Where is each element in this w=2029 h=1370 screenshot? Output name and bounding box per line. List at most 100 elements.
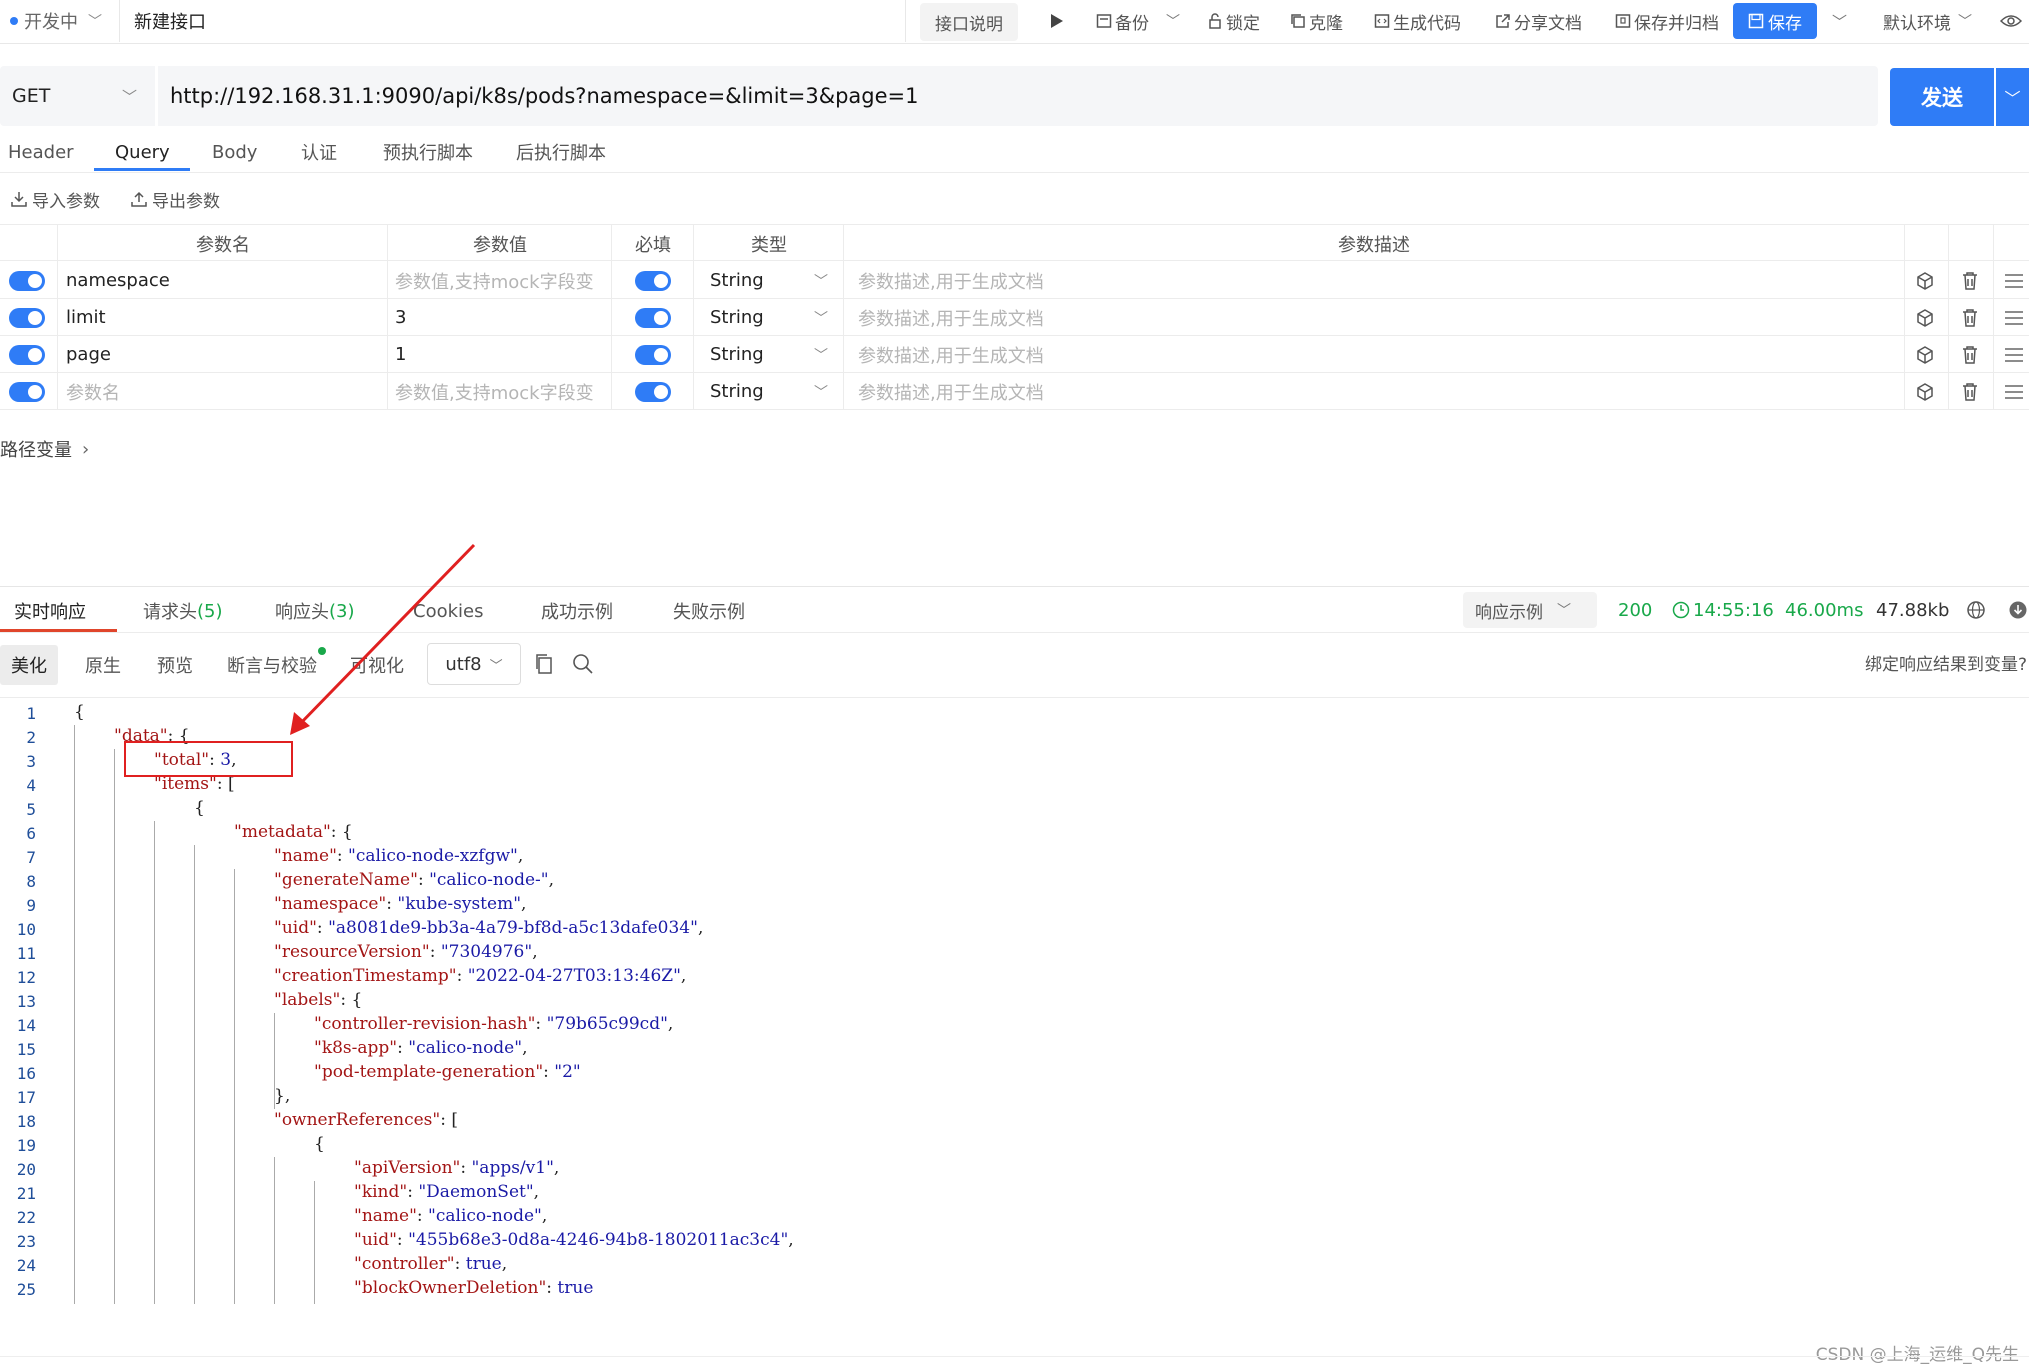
type-select[interactable]: String ﹀ <box>710 373 844 410</box>
enable-toggle[interactable] <box>9 299 45 336</box>
table-row: 参数名 参数值,支持mock字段变 String ﹀ 参数描述,用于生成文档 <box>0 373 2029 410</box>
preview-button[interactable] <box>2000 0 2022 42</box>
line-number: 3 <box>26 752 36 771</box>
drag-handle-icon[interactable] <box>2004 373 2024 410</box>
type-select[interactable]: String ﹀ <box>710 262 844 299</box>
tab-live-response[interactable]: 实时响应 <box>14 592 86 630</box>
clone-button[interactable]: 克隆 <box>1290 0 1343 42</box>
param-name-cell[interactable]: namespace <box>66 262 170 299</box>
param-name-cell[interactable]: limit <box>66 299 106 336</box>
code-line: "resourceVersion": "7304976", <box>274 942 538 962</box>
divider <box>0 172 2029 173</box>
generate-code-button[interactable]: 生成代码 <box>1374 0 1461 42</box>
api-doc-button[interactable]: 接口说明 <box>920 3 1018 41</box>
param-value-cell[interactable]: 1 <box>395 336 406 373</box>
param-desc-cell[interactable]: 参数描述,用于生成文档 <box>858 299 1044 336</box>
param-name-cell[interactable]: 参数名 <box>66 373 120 410</box>
send-options-chevron-icon[interactable]: ﹀ <box>1996 68 2029 126</box>
delete-trash-icon[interactable] <box>1961 336 1979 373</box>
param-desc-cell[interactable]: 参数描述,用于生成文档 <box>858 262 1044 299</box>
backup-dropdown-chevron-icon[interactable]: ﹀ <box>1166 0 1180 42</box>
format-beautify[interactable]: 美化 <box>0 645 58 685</box>
archive-icon <box>1615 14 1631 28</box>
required-toggle[interactable] <box>635 336 671 373</box>
delete-trash-icon[interactable] <box>1961 299 1979 336</box>
format-raw[interactable]: 原生 <box>74 645 132 685</box>
required-toggle[interactable] <box>635 373 671 410</box>
param-value-cell[interactable]: 3 <box>395 299 406 336</box>
table-row: namespace 参数值,支持mock字段变 String ﹀ 参数描述,用于生… <box>0 262 2029 299</box>
response-example-select[interactable]: 响应示例 ﹀ <box>1463 592 1597 628</box>
param-value-cell[interactable]: 参数值,支持mock字段变 <box>395 373 594 410</box>
param-desc-cell[interactable]: 参数描述,用于生成文档 <box>858 336 1044 373</box>
type-select[interactable]: String ﹀ <box>710 336 844 373</box>
backup-icon <box>1096 14 1112 28</box>
tab-success-example[interactable]: 成功示例 <box>541 592 613 630</box>
status-select[interactable]: 开发中 ﹀ <box>0 0 120 42</box>
param-name-cell[interactable]: page <box>66 336 111 373</box>
tab-pre-script[interactable]: 预执行脚本 <box>383 132 473 172</box>
import-params-button[interactable]: 导入参数 <box>10 185 100 213</box>
url-input[interactable] <box>158 66 1878 126</box>
drag-handle-icon[interactable] <box>2004 336 2024 373</box>
tab-body[interactable]: Body <box>212 132 257 172</box>
method-select[interactable]: GET ﹀ <box>0 66 155 126</box>
tab-failure-example[interactable]: 失败示例 <box>673 592 745 630</box>
lock-button[interactable]: 锁定 <box>1207 0 1260 42</box>
code-line: { <box>74 702 85 722</box>
send-button[interactable]: 发送 <box>1890 68 1994 126</box>
import-icon <box>11 192 27 207</box>
required-toggle[interactable] <box>635 299 671 336</box>
tab-query[interactable]: Query <box>115 132 170 172</box>
globe-icon[interactable] <box>1966 592 1986 628</box>
line-number: 4 <box>26 776 36 795</box>
chevron-down-icon: ﹀ <box>489 658 503 674</box>
code-line: "labels": { <box>274 990 363 1010</box>
delete-trash-icon[interactable] <box>1961 262 1979 299</box>
api-name-input[interactable] <box>122 0 906 42</box>
run-button[interactable] <box>1050 0 1064 42</box>
copy-icon[interactable] <box>534 653 554 680</box>
tab-request-headers[interactable]: 请求头 (5) <box>143 592 223 630</box>
export-params-button[interactable]: 导出参数 <box>130 185 220 213</box>
share-doc-button[interactable]: 分享文档 <box>1495 0 1582 42</box>
type-select[interactable]: String ﹀ <box>710 299 844 336</box>
search-icon[interactable] <box>572 653 594 680</box>
code-line: "uid": "455b68e3-0d8a-4246-94b8-1802011a… <box>354 1230 794 1250</box>
enable-toggle[interactable] <box>9 262 45 299</box>
line-number: 8 <box>26 872 36 891</box>
param-value-cell[interactable]: 参数值,支持mock字段变 <box>395 262 594 299</box>
drag-handle-icon[interactable] <box>2004 299 2024 336</box>
tab-auth[interactable]: 认证 <box>301 132 337 172</box>
save-archive-button[interactable]: 保存并归档 <box>1615 0 1719 42</box>
format-preview[interactable]: 预览 <box>146 645 204 685</box>
bind-response-link[interactable]: 绑定响应结果到变量? <box>1865 650 2027 675</box>
drag-handle-icon[interactable] <box>2004 262 2024 299</box>
save-dropdown-chevron-icon[interactable]: ﹀ <box>1832 0 1847 42</box>
table-row: page 1 String ﹀ 参数描述,用于生成文档 <box>0 336 2029 373</box>
line-number: 17 <box>16 1088 36 1107</box>
environment-select[interactable]: 默认环境 ﹀ <box>1883 0 1972 42</box>
response-code-editor[interactable]: 1{2 "data": {3 "total": 3, 4 "items": [5{6 "m… <box>0 699 2029 1304</box>
enable-toggle[interactable] <box>9 336 45 373</box>
mock-cube-icon[interactable] <box>1915 262 1935 299</box>
tab-post-script[interactable]: 后执行脚本 <box>516 132 606 172</box>
code-line: "uid": "a8081de9-bb3a-4a79-bf8d-a5c13daf… <box>274 918 704 938</box>
mock-cube-icon[interactable] <box>1915 373 1935 410</box>
mock-cube-icon[interactable] <box>1915 336 1935 373</box>
code-line: "apiVersion": "apps/v1", <box>354 1158 560 1178</box>
response-size: 47.88kb <box>1876 599 1950 621</box>
mock-cube-icon[interactable] <box>1915 299 1935 336</box>
enable-toggle[interactable] <box>9 373 45 410</box>
delete-trash-icon[interactable] <box>1961 373 1979 410</box>
tab-header[interactable]: Header <box>8 132 74 172</box>
param-desc-cell[interactable]: 参数描述,用于生成文档 <box>858 373 1044 410</box>
chevron-right-icon: › <box>82 438 90 460</box>
active-tab-indicator <box>94 168 190 171</box>
save-button[interactable]: 保存 <box>1733 3 1817 39</box>
required-toggle[interactable] <box>635 262 671 299</box>
backup-button[interactable]: 备份 <box>1096 0 1149 42</box>
download-icon[interactable] <box>2008 592 2028 628</box>
code-line: "metadata": { <box>234 822 353 842</box>
path-variables-toggle[interactable]: 路径变量 › <box>0 436 89 462</box>
